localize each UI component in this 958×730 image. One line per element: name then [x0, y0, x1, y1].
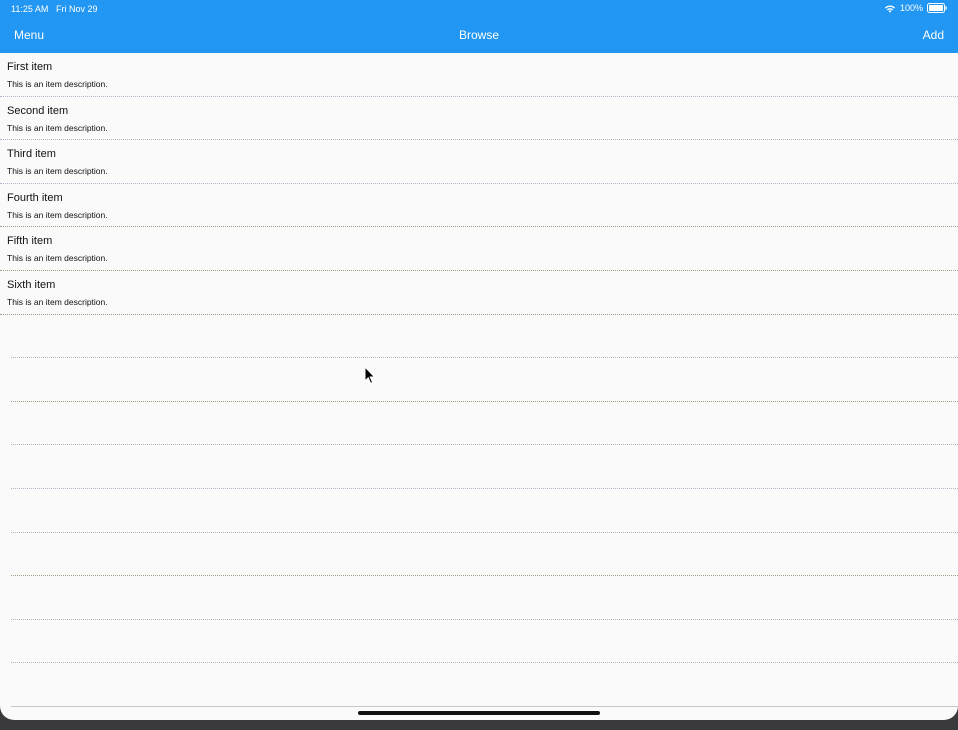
empty-row [11, 576, 958, 620]
status-indicators: 100% [884, 3, 947, 13]
header: 11:25 AM Fri Nov 29 100% Menu Browse Add [0, 0, 958, 53]
item-description: This is an item description. [7, 296, 108, 307]
item-description: This is an item description. [7, 122, 108, 133]
empty-row [11, 402, 958, 446]
status-bar: 11:25 AM Fri Nov 29 100% [0, 0, 958, 18]
add-button[interactable]: Add [923, 28, 944, 42]
empty-row [11, 620, 958, 664]
home-indicator[interactable] [358, 711, 600, 715]
list-item[interactable]: Second item This is an item description. [0, 97, 958, 141]
list-item[interactable]: Third item This is an item description. [0, 140, 958, 184]
item-title: First item [7, 61, 53, 73]
item-description: This is an item description. [7, 209, 108, 220]
item-description: This is an item description. [7, 79, 108, 89]
empty-row [11, 489, 958, 533]
battery-icon [927, 3, 947, 13]
item-list: First item This is an item description. … [0, 53, 958, 664]
item-title: Third item [7, 148, 56, 161]
item-description: This is an item description. [7, 166, 108, 177]
item-title: Second item [7, 104, 69, 117]
item-title: Fifth item [7, 235, 53, 248]
item-title: Fourth item [7, 191, 63, 204]
list-item[interactable]: Fourth item This is an item description. [0, 184, 958, 228]
ipad-screen: 11:25 AM Fri Nov 29 100% Menu Browse Add [0, 0, 958, 720]
navigation-bar: Menu Browse Add [0, 25, 958, 47]
empty-row [11, 358, 958, 402]
empty-row [11, 533, 958, 577]
list-bottom-divider [11, 706, 958, 707]
empty-row [11, 315, 958, 359]
list-item[interactable]: Sixth item This is an item description. [0, 271, 958, 315]
battery-percent: 100% [899, 3, 923, 13]
mouse-cursor-icon [364, 366, 376, 385]
list-item[interactable]: First item This is an item description. [0, 53, 958, 97]
page-title: Browse [458, 28, 499, 42]
item-description: This is an item description. [7, 253, 108, 264]
status-date: Fri Nov 29 [56, 4, 98, 14]
empty-row [11, 445, 958, 489]
list-item[interactable]: Fifth item This is an item description. [0, 227, 958, 271]
status-time: 11:25 AM [11, 4, 49, 14]
wifi-icon [884, 4, 895, 13]
item-title: Sixth item [7, 278, 56, 291]
